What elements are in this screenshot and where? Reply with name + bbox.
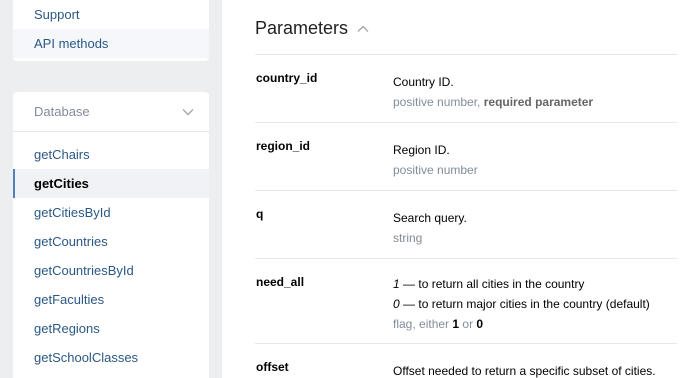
param-row: country_id Country ID. positive number, … xyxy=(255,54,677,122)
param-option-1: 1 — to return all cities in the country xyxy=(393,277,585,291)
param-type: flag, either 1 or 0 xyxy=(393,317,484,331)
sidebar-item-support[interactable]: Support xyxy=(13,0,209,29)
param-name: country_id xyxy=(256,71,318,85)
database-method-list: getChairs getCities getCitiesById getCou… xyxy=(13,132,209,372)
param-type: positive number, required parameter xyxy=(393,95,594,109)
param-description-text: Country ID. xyxy=(393,75,454,89)
param-name: need_all xyxy=(256,275,305,289)
param-description-text: Region ID. xyxy=(393,143,450,157)
param-description-text: Offset needed to return a specific subse… xyxy=(393,364,656,378)
param-description: Offset needed to return a specific subse… xyxy=(393,361,681,378)
sidebar-item-getcountries[interactable]: getCountries xyxy=(13,227,209,256)
required-flag: required parameter xyxy=(483,95,594,109)
sidebar-item-api-methods[interactable]: API methods xyxy=(13,29,209,58)
param-row: q Search query. string xyxy=(255,190,677,258)
sidebar-item-getcitiesbyid[interactable]: getCitiesById xyxy=(13,198,209,227)
parameters-header[interactable]: Parameters xyxy=(255,18,370,39)
param-name: offset xyxy=(256,360,289,374)
param-name: q xyxy=(256,207,264,221)
database-menu: Database getChairs getCities getCitiesBy… xyxy=(13,92,209,378)
sidebar-item-getcountriesbyid[interactable]: getCountriesById xyxy=(13,256,209,285)
sidebar-item-getschoolclasses[interactable]: getSchoolClasses xyxy=(13,343,209,372)
sidebar-item-getcities[interactable]: getCities xyxy=(13,169,209,198)
param-name: region_id xyxy=(256,139,311,153)
parameters-table: country_id Country ID. positive number, … xyxy=(255,54,677,378)
chevron-down-icon[interactable] xyxy=(181,105,195,119)
param-description: Region ID. positive number xyxy=(393,140,681,180)
param-row: region_id Region ID. positive number xyxy=(255,122,677,190)
param-row: offset Offset needed to return a specifi… xyxy=(255,343,677,378)
section-title: Parameters xyxy=(255,18,349,38)
param-row: need_all 1 — to return all cities in the… xyxy=(255,258,677,343)
param-description: Country ID. positive number, required pa… xyxy=(393,72,681,112)
param-description-text: Search query. xyxy=(393,211,467,225)
database-title: Database xyxy=(34,104,90,119)
main-content: Parameters country_id Country ID. positi… xyxy=(222,0,681,378)
param-type: positive number xyxy=(393,163,478,177)
param-description: 1 — to return all cities in the country … xyxy=(393,274,681,334)
sidebar-item-getchairs[interactable]: getChairs xyxy=(13,140,209,169)
sidebar-item-getfaculties[interactable]: getFaculties xyxy=(13,285,209,314)
sidebar: Support API methods Database getChairs g… xyxy=(0,0,222,378)
chevron-up-icon[interactable] xyxy=(356,22,370,36)
database-header[interactable]: Database xyxy=(13,92,209,132)
param-description: Search query. string xyxy=(393,208,681,248)
param-option-0: 0 — to return major cities in the countr… xyxy=(393,297,650,311)
param-type: string xyxy=(393,231,423,245)
sidebar-item-getregions[interactable]: getRegions xyxy=(13,314,209,343)
sidebar-top-menu: Support API methods xyxy=(13,0,209,61)
